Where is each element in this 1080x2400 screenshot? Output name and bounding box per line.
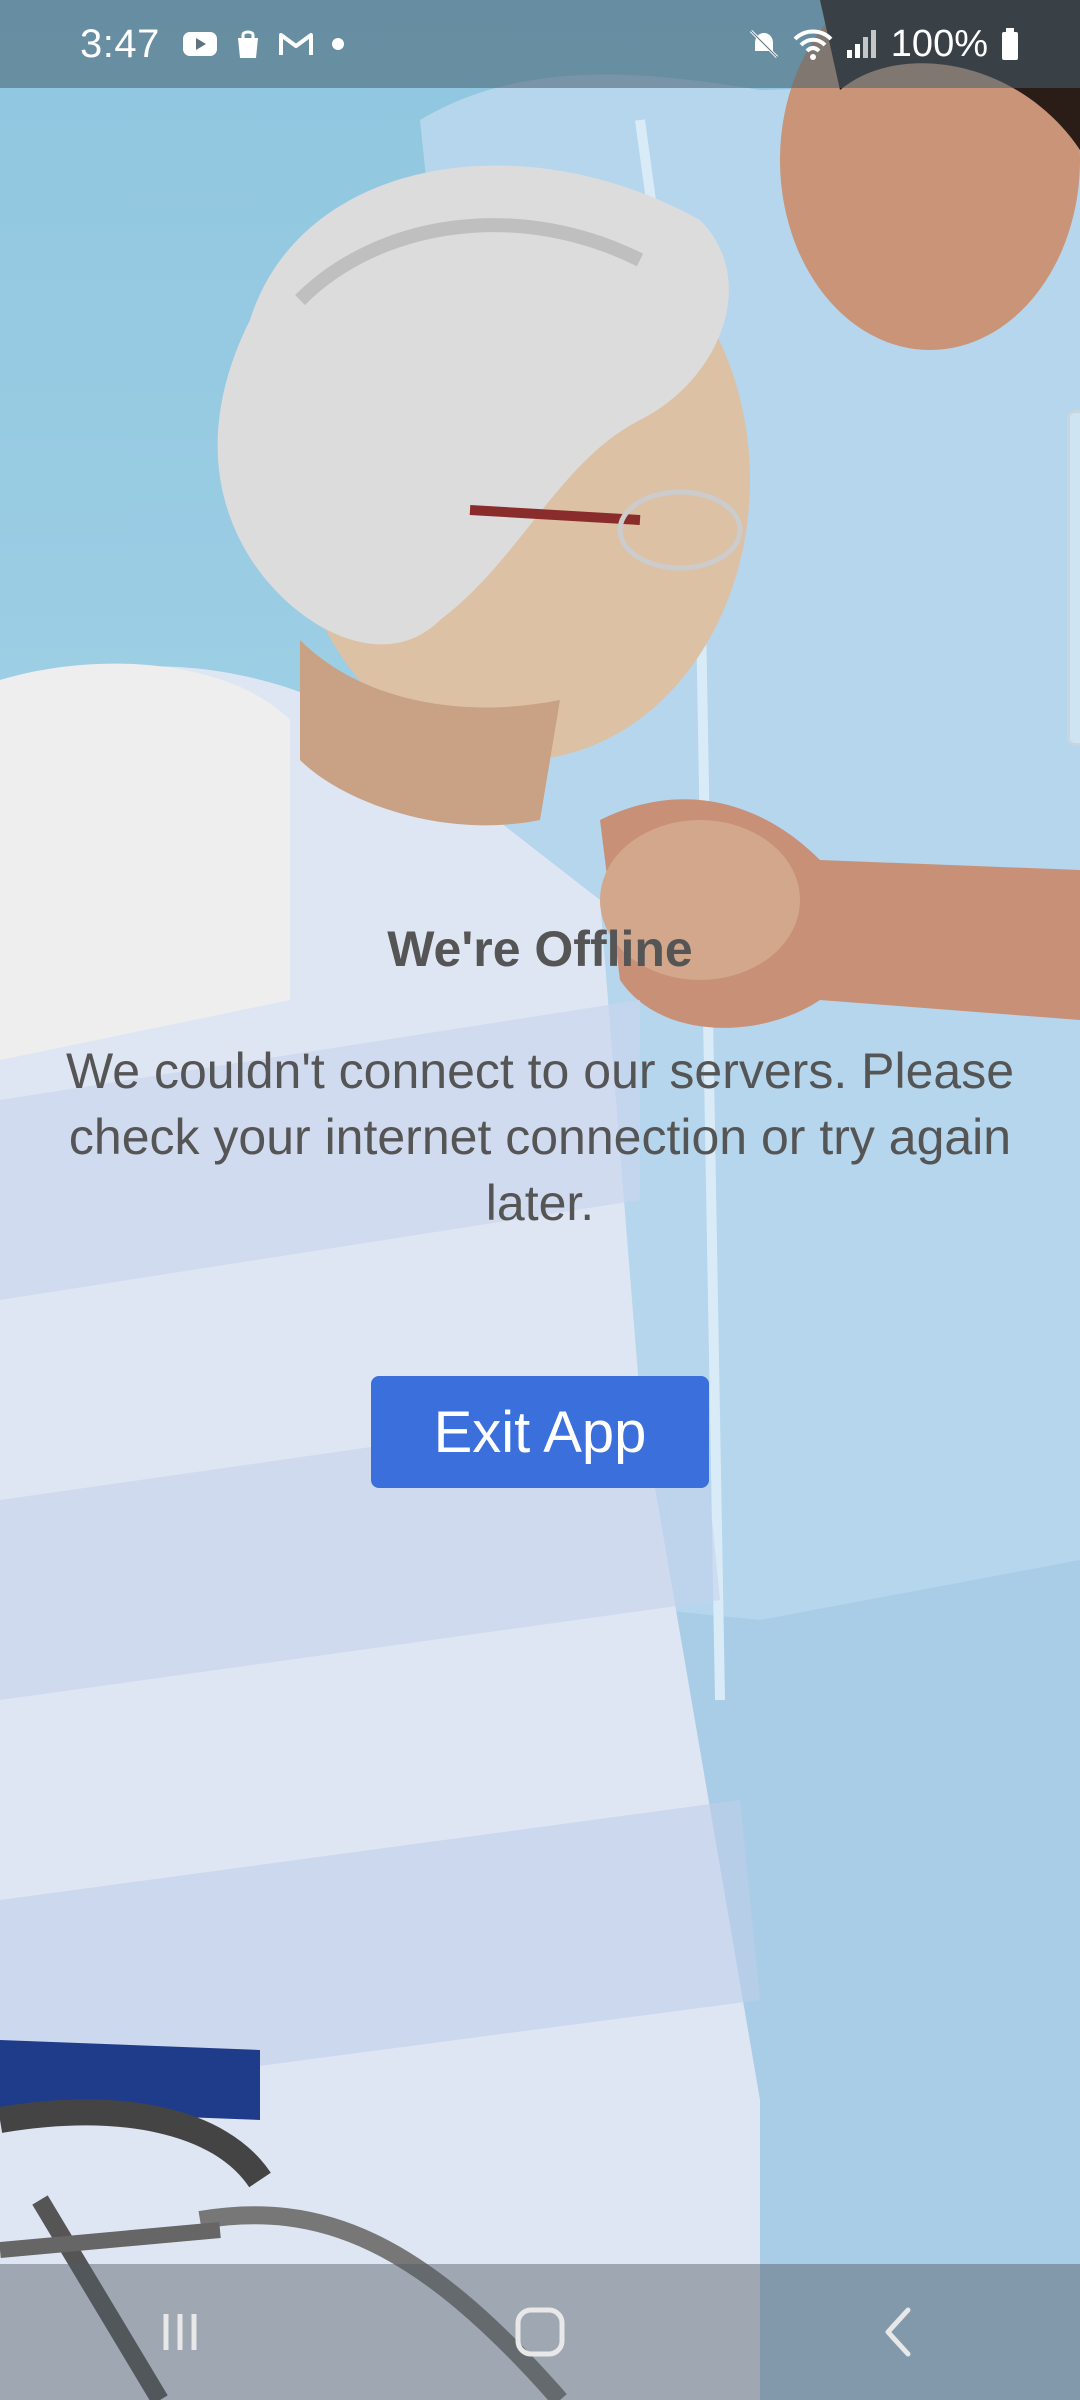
recents-icon[interactable]	[120, 2282, 240, 2382]
wifi-icon	[793, 27, 833, 61]
shopping-bag-icon	[232, 28, 264, 60]
offline-message: We couldn't connect to our servers. Plea…	[66, 1043, 1014, 1231]
status-bar: 3:47 100%	[0, 0, 1080, 88]
battery-icon	[1000, 27, 1020, 61]
navigation-bar	[0, 2264, 1080, 2400]
offline-title: We're Offline	[387, 921, 693, 977]
exit-app-button[interactable]: Exit App	[371, 1376, 709, 1488]
app-screen: 3:47 100% We're Offline We couldn't conn…	[0, 0, 1080, 2400]
offline-panel: We're Offline We couldn't connect to our…	[0, 920, 1080, 1488]
status-time: 3:47	[80, 21, 160, 66]
back-icon[interactable]	[840, 2282, 960, 2382]
battery-percent: 100%	[890, 22, 988, 65]
dot-icon	[328, 34, 348, 54]
edge-panel-handle[interactable]	[1067, 410, 1080, 746]
gmail-icon	[278, 30, 314, 58]
home-icon[interactable]	[480, 2282, 600, 2382]
mute-icon	[747, 27, 781, 61]
signal-icon	[845, 28, 879, 60]
notification-icons	[182, 28, 348, 60]
youtube-icon	[182, 30, 218, 58]
system-status-icons: 100%	[747, 23, 1020, 66]
